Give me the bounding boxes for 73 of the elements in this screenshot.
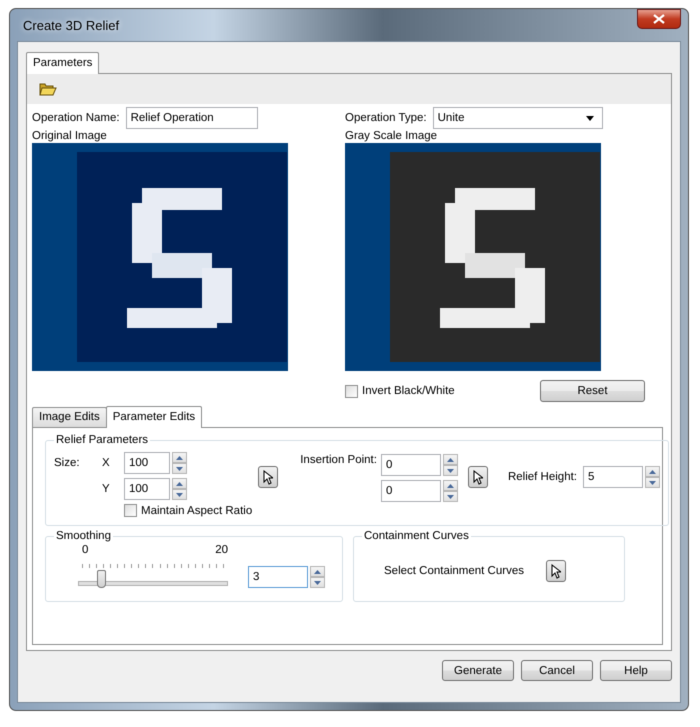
spin-up-button[interactable] [172,452,187,463]
operation-type-label: Operation Type: [345,112,427,124]
down-arrow-icon [314,580,321,584]
spin-up-button[interactable] [442,454,458,465]
cursor-icon [472,470,483,484]
operation-name-label: Operation Name: [32,112,120,124]
relief-height-label: Relief Height: [508,471,577,483]
insertion-point-field[interactable]: 0 [380,454,441,476]
spin-down-button[interactable] [645,477,660,488]
dialog-button[interactable]: Cancel [521,660,593,681]
cursor-icon [263,470,274,484]
spin-down-button[interactable] [442,491,458,502]
spin-up-button[interactable] [310,566,325,577]
spin-down-button[interactable] [172,489,187,500]
y-field[interactable]: 100 [124,478,170,500]
up-arrow-icon [446,458,454,462]
pick-button[interactable] [258,466,278,488]
smoothing-slider[interactable] [78,570,228,588]
up-arrow-icon [446,484,454,488]
spin-up-button[interactable] [442,480,458,491]
down-arrow-icon [446,494,454,498]
maintain-aspect-ratio-checkbox[interactable]: Maintain Aspect Ratio [124,504,252,517]
up-arrow-icon [176,482,183,486]
slider-min-label: 0 [82,544,88,556]
maintain-aspect-ratio-label: Maintain Aspect Ratio [141,504,252,516]
down-arrow-icon [176,466,183,470]
close-button[interactable] [637,9,681,29]
dialog-button[interactable]: Help [600,660,672,681]
up-arrow-icon [176,456,183,460]
cursor-icon [550,564,561,578]
checkbox[interactable] [124,504,137,517]
spin-down-button[interactable] [310,577,325,588]
spin-down-button[interactable] [172,463,187,474]
down-arrow-icon [446,468,454,472]
tab[interactable]: Image Edits [32,407,107,427]
converted-image-label: Gray Scale Image [345,130,438,142]
dialog-button[interactable]: Generate [442,660,514,681]
operation-type-dropdown[interactable]: Unite [432,107,603,129]
insertion-point-label: Insertion Point: [300,454,377,468]
tab[interactable]: Parameter Edits [106,406,202,428]
up-arrow-icon [649,470,656,474]
spin-up-button[interactable] [645,466,660,477]
size-label: Size: [54,457,81,469]
original-image-label: Original Image [32,130,108,142]
group-title: Containment Curves [363,530,470,542]
close-icon [653,14,665,24]
down-arrow-icon [649,480,656,484]
x-field[interactable]: 100 [124,452,170,474]
relief-height-field[interactable]: 5 [583,466,643,488]
slider-thumb[interactable] [96,570,106,588]
x-label: X [102,457,111,469]
pick-button[interactable] [468,466,488,488]
reset-button[interactable]: Reset [540,380,645,402]
group-title: Smoothing [55,530,112,542]
spin-down-button[interactable] [442,465,458,476]
tab[interactable]: Parameters [26,52,100,74]
checkbox[interactable] [345,384,358,398]
up-arrow-icon [314,570,321,574]
slider-max-label: 20 [215,544,228,556]
down-arrow-icon [176,492,183,496]
invert-label: Invert Black/White [362,385,455,397]
invert-checkbox[interactable]: Invert Black/White [345,384,455,398]
dropdown-arrow-icon [586,116,594,120]
insertion-point-field[interactable]: 0 [380,480,441,502]
folder-icon[interactable] [39,81,57,97]
smoothing-field[interactable]: 3 [248,566,308,588]
select-containment-curves-label: Select Containment Curves [384,565,524,577]
pick-button[interactable] [546,560,566,582]
y-label: Y [102,483,111,495]
operation-name-field[interactable]: Relief Operation [126,107,258,129]
group-title: Relief Parameters [55,434,150,446]
spin-up-button[interactable] [172,478,187,489]
window-title: Create 3D Relief [22,18,120,32]
